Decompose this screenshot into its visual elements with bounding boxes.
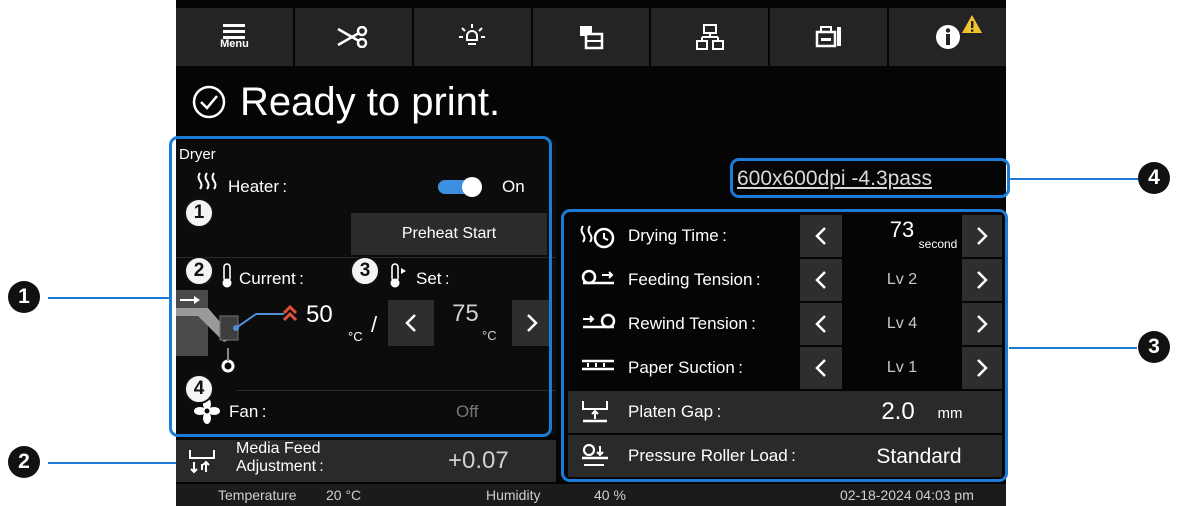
info-icon — [935, 25, 960, 49]
humidity-value: 40 % — [594, 487, 626, 503]
media-feed-adjustment-button[interactable]: Media Feed Adjustment : +0.07 — [176, 440, 556, 482]
check-circle-icon — [192, 85, 226, 119]
media-feed-icon — [189, 450, 215, 474]
callout-frame-resolution — [730, 158, 1010, 198]
circled-number-3: 3 — [350, 256, 380, 286]
datetime: 02-18-2024 04:03 pm — [840, 487, 974, 503]
temperature-label: Temperature — [218, 487, 297, 503]
cut-icon — [337, 26, 368, 48]
maintenance-icon — [815, 26, 841, 48]
callout-frame-settings — [561, 209, 1008, 482]
info-button[interactable] — [889, 8, 1006, 66]
status-bar: Temperature 20 °C Humidity 40 % 02-18-20… — [176, 484, 1006, 506]
warning-icon — [962, 15, 983, 33]
circled-number-2: 2 — [184, 256, 214, 286]
callout-line — [48, 462, 176, 464]
temperature-value: 20 °C — [326, 487, 362, 503]
toolbar: Menu — [176, 8, 1006, 66]
media-feed-label-line2: Adjustment : — [236, 458, 324, 475]
menu-label: Menu — [220, 38, 249, 50]
callout-frame-dryer — [169, 136, 552, 437]
humidity-label: Humidity — [486, 487, 541, 503]
callout-badge-3: 3 — [1138, 331, 1170, 363]
circled-number-1: 1 — [184, 198, 214, 228]
network-icon — [695, 24, 724, 50]
layout-button[interactable] — [532, 8, 650, 66]
status-message: Ready to print. — [240, 79, 501, 124]
callout-line — [1009, 347, 1137, 349]
cut-button[interactable] — [294, 8, 412, 66]
maintenance-button[interactable] — [770, 8, 888, 66]
callout-badge-4: 4 — [1138, 162, 1170, 194]
light-icon — [459, 24, 486, 45]
network-button[interactable] — [651, 8, 769, 66]
media-feed-value: +0.07 — [448, 447, 509, 474]
callout-line — [1010, 178, 1138, 180]
circled-number-4: 4 — [184, 374, 214, 404]
menu-button[interactable]: Menu — [176, 8, 293, 66]
status-title: Ready to print. — [192, 76, 500, 128]
callout-badge-2: 2 — [8, 446, 40, 478]
layout-icon — [580, 26, 604, 50]
light-button[interactable] — [413, 8, 531, 66]
callout-line — [48, 297, 170, 299]
media-feed-label-line1: Media Feed — [236, 440, 321, 457]
callout-badge-1: 1 — [8, 281, 40, 313]
